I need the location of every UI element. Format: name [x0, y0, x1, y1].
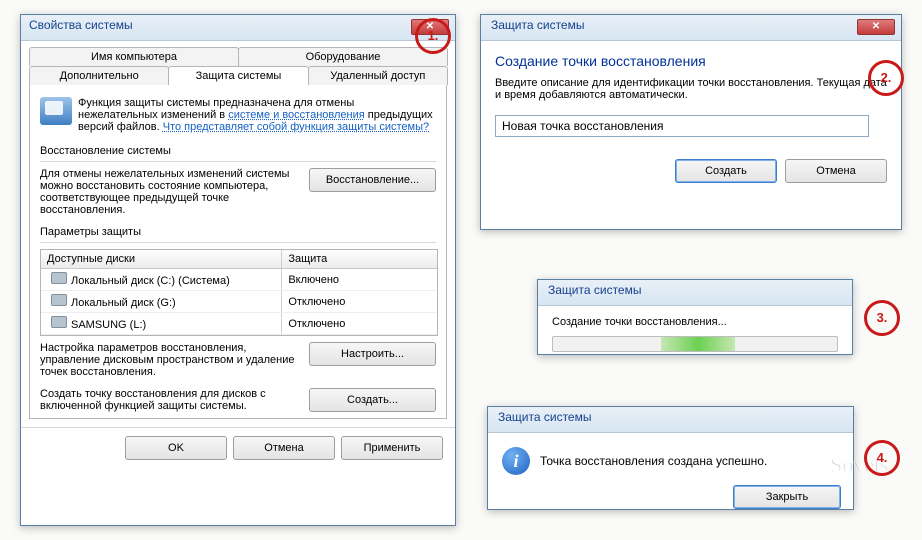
titlebar[interactable]: Свойства системы ✕ [21, 15, 455, 41]
create-button[interactable]: Создать [675, 159, 777, 183]
titlebar[interactable]: Защита системы [538, 280, 852, 306]
close-icon[interactable]: ✕ [857, 19, 895, 35]
tab-оборудование[interactable]: Оборудование [238, 47, 448, 66]
titlebar[interactable]: Защита системы [488, 407, 853, 433]
tab-дополнительно[interactable]: Дополнительно [29, 66, 169, 85]
restore-button[interactable]: Восстановление... [309, 168, 436, 192]
close-button[interactable]: Закрыть [733, 485, 841, 509]
drive-icon [51, 272, 67, 284]
success-dialog: Защита системы i Точка восстановления со… [487, 406, 854, 510]
disk-row[interactable]: Локальный диск (G:)Отключено [41, 291, 437, 313]
create-text: Создать точку восстановления для дисков … [40, 388, 299, 412]
step-marker-2: 2. [868, 60, 904, 96]
window-title: Защита системы [498, 410, 591, 424]
success-text: Точка восстановления создана успешно. [540, 454, 767, 468]
ok-button[interactable]: OK [125, 436, 227, 460]
disk-row[interactable]: SAMSUNG (L:)Отключено [41, 313, 437, 335]
create-restore-point-dialog: Защита системы ✕ Создание точки восстано… [480, 14, 902, 230]
cancel-button[interactable]: Отмена [233, 436, 335, 460]
tab-удаленный-доступ[interactable]: Удаленный доступ [308, 66, 448, 85]
group-params-label: Параметры защиты [40, 226, 436, 238]
protection-icon [40, 97, 72, 125]
tab-panel: Функция защиты системы предназначена для… [29, 85, 447, 419]
drive-icon [51, 294, 67, 306]
step-marker-4: 4. [864, 440, 900, 476]
step-marker-1: 1. [415, 18, 451, 54]
window-title: Защита системы [548, 283, 641, 297]
apply-button[interactable]: Применить [341, 436, 443, 460]
progress-dialog: Защита системы Создание точки восстановл… [537, 279, 853, 355]
configure-button[interactable]: Настроить... [309, 342, 436, 366]
progress-bar [552, 336, 838, 352]
link-what-is[interactable]: Что представляет собой функция защиты си… [163, 121, 429, 133]
dialog-description: Введите описание для идентификации точки… [495, 77, 887, 101]
disk-row[interactable]: Локальный диск (C:) (Система)Включено [41, 269, 437, 291]
drive-icon [51, 316, 67, 328]
titlebar[interactable]: Защита системы ✕ [481, 15, 901, 41]
restore-point-name-input[interactable] [495, 115, 869, 137]
system-properties-window: Свойства системы ✕ Имя компьютераОборудо… [20, 14, 456, 526]
window-title: Свойства системы [29, 18, 133, 32]
group-restore-label: Восстановление системы [40, 145, 436, 157]
link-system-restore[interactable]: системе и восстановления [228, 109, 364, 121]
disk-list: Доступные диски Защита Локальный диск (C… [40, 249, 438, 336]
create-button[interactable]: Создать... [309, 388, 436, 412]
intro-text: Функция защиты системы предназначена для… [78, 97, 436, 133]
tabs-row-2: ДополнительноЗащита системыУдаленный дос… [21, 66, 455, 85]
intro-block: Функция защиты системы предназначена для… [40, 93, 436, 143]
window-title: Защита системы [491, 18, 584, 32]
tab-защита-системы[interactable]: Защита системы [168, 66, 308, 85]
info-icon: i [502, 447, 530, 475]
dialog-heading: Создание точки восстановления [495, 53, 887, 69]
tab-имя-компьютера[interactable]: Имя компьютера [29, 47, 239, 66]
dialog-footer: OK Отмена Применить [21, 427, 455, 468]
configure-text: Настройка параметров восстановления, упр… [40, 342, 299, 378]
cancel-button[interactable]: Отмена [785, 159, 887, 183]
tabs-row-1: Имя компьютераОборудование [21, 41, 455, 66]
progress-text: Создание точки восстановления... [552, 316, 838, 328]
col-drives[interactable]: Доступные диски [41, 250, 282, 268]
step-marker-3: 3. [864, 300, 900, 336]
restore-text: Для отмены нежелательных изменений систе… [40, 168, 299, 216]
col-protection[interactable]: Защита [282, 250, 437, 268]
